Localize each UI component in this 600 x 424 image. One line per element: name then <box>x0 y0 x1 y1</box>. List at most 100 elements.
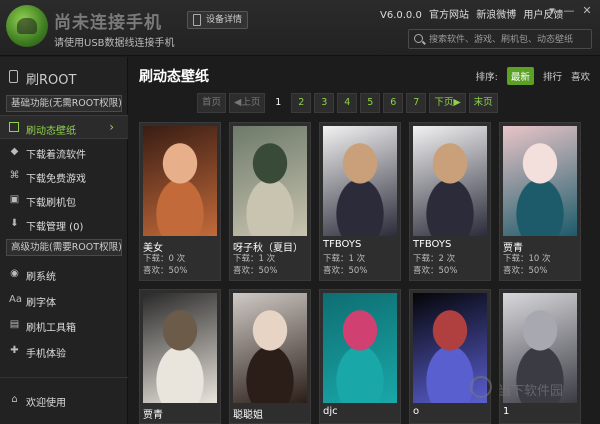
wallpaper-name: TFBOYS <box>413 239 452 250</box>
sidebar-divider <box>0 377 128 378</box>
pagination: 首页 ◀上页 1 2 3 4 5 6 7 下页▶ 末页 <box>197 93 498 113</box>
sidebar-item-label: 刷动态壁纸 <box>26 126 76 137</box>
wallpaper-name: djc <box>323 406 338 417</box>
connection-status-title: 尚未连接手机 <box>54 13 162 33</box>
wallpaper-card[interactable]: TFBOYS 下载：2 次喜欢：50% <box>409 122 491 281</box>
minimize-icon[interactable]: — <box>562 4 576 18</box>
sidebar-item-flash-system[interactable]: ◉ 刷系统 <box>0 262 128 286</box>
gamepad-icon: ⌘ <box>9 170 20 181</box>
page-button[interactable]: 3 <box>314 93 335 113</box>
font-icon: Aa <box>9 294 22 305</box>
watermark-logo-icon <box>470 376 492 398</box>
page-button[interactable]: 4 <box>337 93 358 113</box>
sidebar-item-label: 刷机工具箱 <box>26 323 76 334</box>
menu-official-site[interactable]: 官方网站 <box>429 10 469 21</box>
flash-root-button[interactable]: 刷ROOT <box>0 65 128 89</box>
flash-root-label: 刷ROOT <box>26 73 77 88</box>
page-button[interactable]: 1 <box>268 93 289 113</box>
wallpaper-thumbnail[interactable] <box>143 126 217 236</box>
sort-bar: 排序: 最新 排行 喜欢 <box>476 67 590 85</box>
page-title: 刷动态壁纸 <box>139 69 209 85</box>
version-label: V6.0.0.0 <box>380 10 422 21</box>
page-button: 首页 <box>197 93 227 113</box>
wallpaper-thumbnail[interactable] <box>233 293 307 403</box>
device-details-button[interactable]: 设备详情 <box>187 11 249 29</box>
wallpaper-card[interactable]: djc <box>319 289 401 424</box>
title-bar: 尚未连接手机 请使用USB数据线连接手机 设备详情 V6.0.0.0 官方网站 … <box>0 0 600 56</box>
wallpaper-thumbnail[interactable] <box>413 126 487 236</box>
download-icon: ⬇ <box>10 218 19 229</box>
main-panel: 刷动态壁纸 排序: 最新 排行 喜欢 首页 ◀上页 1 2 3 4 5 6 7 下页▶ 末页 美女下… <box>129 57 600 424</box>
wallpaper-thumbnail[interactable] <box>503 126 577 236</box>
like-rate: 喜欢：50% <box>413 266 458 276</box>
sidebar-item-label: 手机体验 <box>26 349 66 360</box>
sidebar-item-toolbox[interactable]: ▤ 刷机工具箱 <box>0 313 128 337</box>
sidebar-item-label: 下载免费游戏 <box>26 174 86 185</box>
toolbox-icon: ▤ <box>9 319 20 330</box>
sidebar-item-games[interactable]: ⌘ 下载免费游戏 <box>0 164 128 188</box>
download-count: 下载：1 次 <box>233 254 276 264</box>
experience-icon: ✚ <box>10 345 19 356</box>
advanced-features-group: 高级功能(需要ROOT权限) <box>6 239 122 256</box>
sidebar: 刷ROOT 基础功能(无需ROOT权限) 刷动态壁纸 › ◆ 下载着流软件 ⌘ … <box>0 57 128 424</box>
sidebar-item-label: 下载着流软件 <box>26 150 86 161</box>
connection-hint: 请使用USB数据线连接手机 <box>54 38 175 49</box>
like-rate: 喜欢：50% <box>503 266 548 276</box>
wallpaper-card[interactable]: 贾青 下载：10 次喜欢：50% <box>499 122 581 281</box>
wallpaper-card[interactable]: 聪聪姐 <box>229 289 311 424</box>
app-logo-icon <box>6 5 48 47</box>
wallpaper-card[interactable]: TFBOYS 下载：1 次喜欢：50% <box>319 122 401 281</box>
wallpaper-card[interactable]: o <box>409 289 491 424</box>
wallpaper-card[interactable]: 呀子秋（夏目） 下载：1 次喜欢：50% <box>229 122 311 281</box>
page-button[interactable]: 6 <box>383 93 404 113</box>
cube-icon: ◆ <box>10 146 19 157</box>
sidebar-item-rom-packages[interactable]: ▣ 下载刷机包 <box>0 188 128 212</box>
watermark-text: 当下软件园 <box>498 384 564 399</box>
phone-icon <box>9 70 18 83</box>
sidebar-item-download-manager[interactable]: ⬇ 下载管理 (0) <box>0 212 128 236</box>
page-button[interactable]: 5 <box>360 93 381 113</box>
search-input[interactable] <box>429 32 589 47</box>
sidebar-item-live-wallpaper[interactable]: 刷动态壁纸 › <box>0 115 128 139</box>
close-icon[interactable]: ✕ <box>580 4 594 18</box>
search-box <box>408 29 592 49</box>
wallpaper-name: 聪聪姐 <box>233 410 263 421</box>
wallpaper-thumbnail[interactable] <box>233 126 307 236</box>
page-button[interactable]: 末页 <box>468 93 498 113</box>
menu-weibo[interactable]: 新浪微博 <box>476 10 516 21</box>
wallpaper-thumbnail[interactable] <box>143 293 217 403</box>
like-rate: 喜欢：50% <box>233 266 278 276</box>
page-button: ◀上页 <box>229 93 266 113</box>
page-button[interactable]: 7 <box>406 93 427 113</box>
search-icon[interactable] <box>414 34 423 43</box>
download-count: 下载：0 次 <box>143 254 186 264</box>
sidebar-item-experience[interactable]: ✚ 手机体验 <box>0 339 128 363</box>
sort-newest[interactable]: 最新 <box>506 67 534 85</box>
sidebar-item-welcome[interactable]: ⌂ 欢迎使用 <box>0 388 128 412</box>
sidebar-item-label: 刷字体 <box>26 298 56 309</box>
basic-features-group: 基础功能(无需ROOT权限) <box>6 95 122 112</box>
page-button[interactable]: 下页▶ <box>429 93 466 113</box>
wallpaper-thumbnail[interactable] <box>323 126 397 236</box>
sidebar-item-flash-font[interactable]: Aa 刷字体 <box>0 288 128 312</box>
chevron-right-icon: › <box>109 120 114 134</box>
page-button[interactable]: 2 <box>291 93 312 113</box>
package-icon: ▣ <box>9 194 20 205</box>
wallpaper-thumbnail[interactable] <box>323 293 397 403</box>
like-rate: 喜欢：50% <box>323 266 368 276</box>
device-details-label: 设备详情 <box>206 15 243 25</box>
sidebar-item-label: 下载管理 (0) <box>26 222 84 233</box>
home-icon: ⌂ <box>11 394 18 405</box>
sort-liked[interactable]: 喜欢 <box>571 69 590 83</box>
skin-icon[interactable]: ▾ <box>545 4 559 18</box>
sidebar-item-software[interactable]: ◆ 下载着流软件 <box>0 140 128 164</box>
wallpaper-card[interactable]: 1 <box>499 289 581 424</box>
wallpaper-card[interactable]: 贾青 <box>139 289 221 424</box>
sidebar-item-label: 下载刷机包 <box>26 198 76 209</box>
download-count: 下载：10 次 <box>503 254 551 264</box>
sort-ranking[interactable]: 排行 <box>543 69 562 83</box>
sidebar-item-label: 刷系统 <box>26 272 56 283</box>
wallpaper-name: 贾青 <box>143 410 163 421</box>
wallpaper-name: o <box>413 406 420 417</box>
wallpaper-card[interactable]: 美女 下载：0 次喜欢：50% <box>139 122 221 281</box>
